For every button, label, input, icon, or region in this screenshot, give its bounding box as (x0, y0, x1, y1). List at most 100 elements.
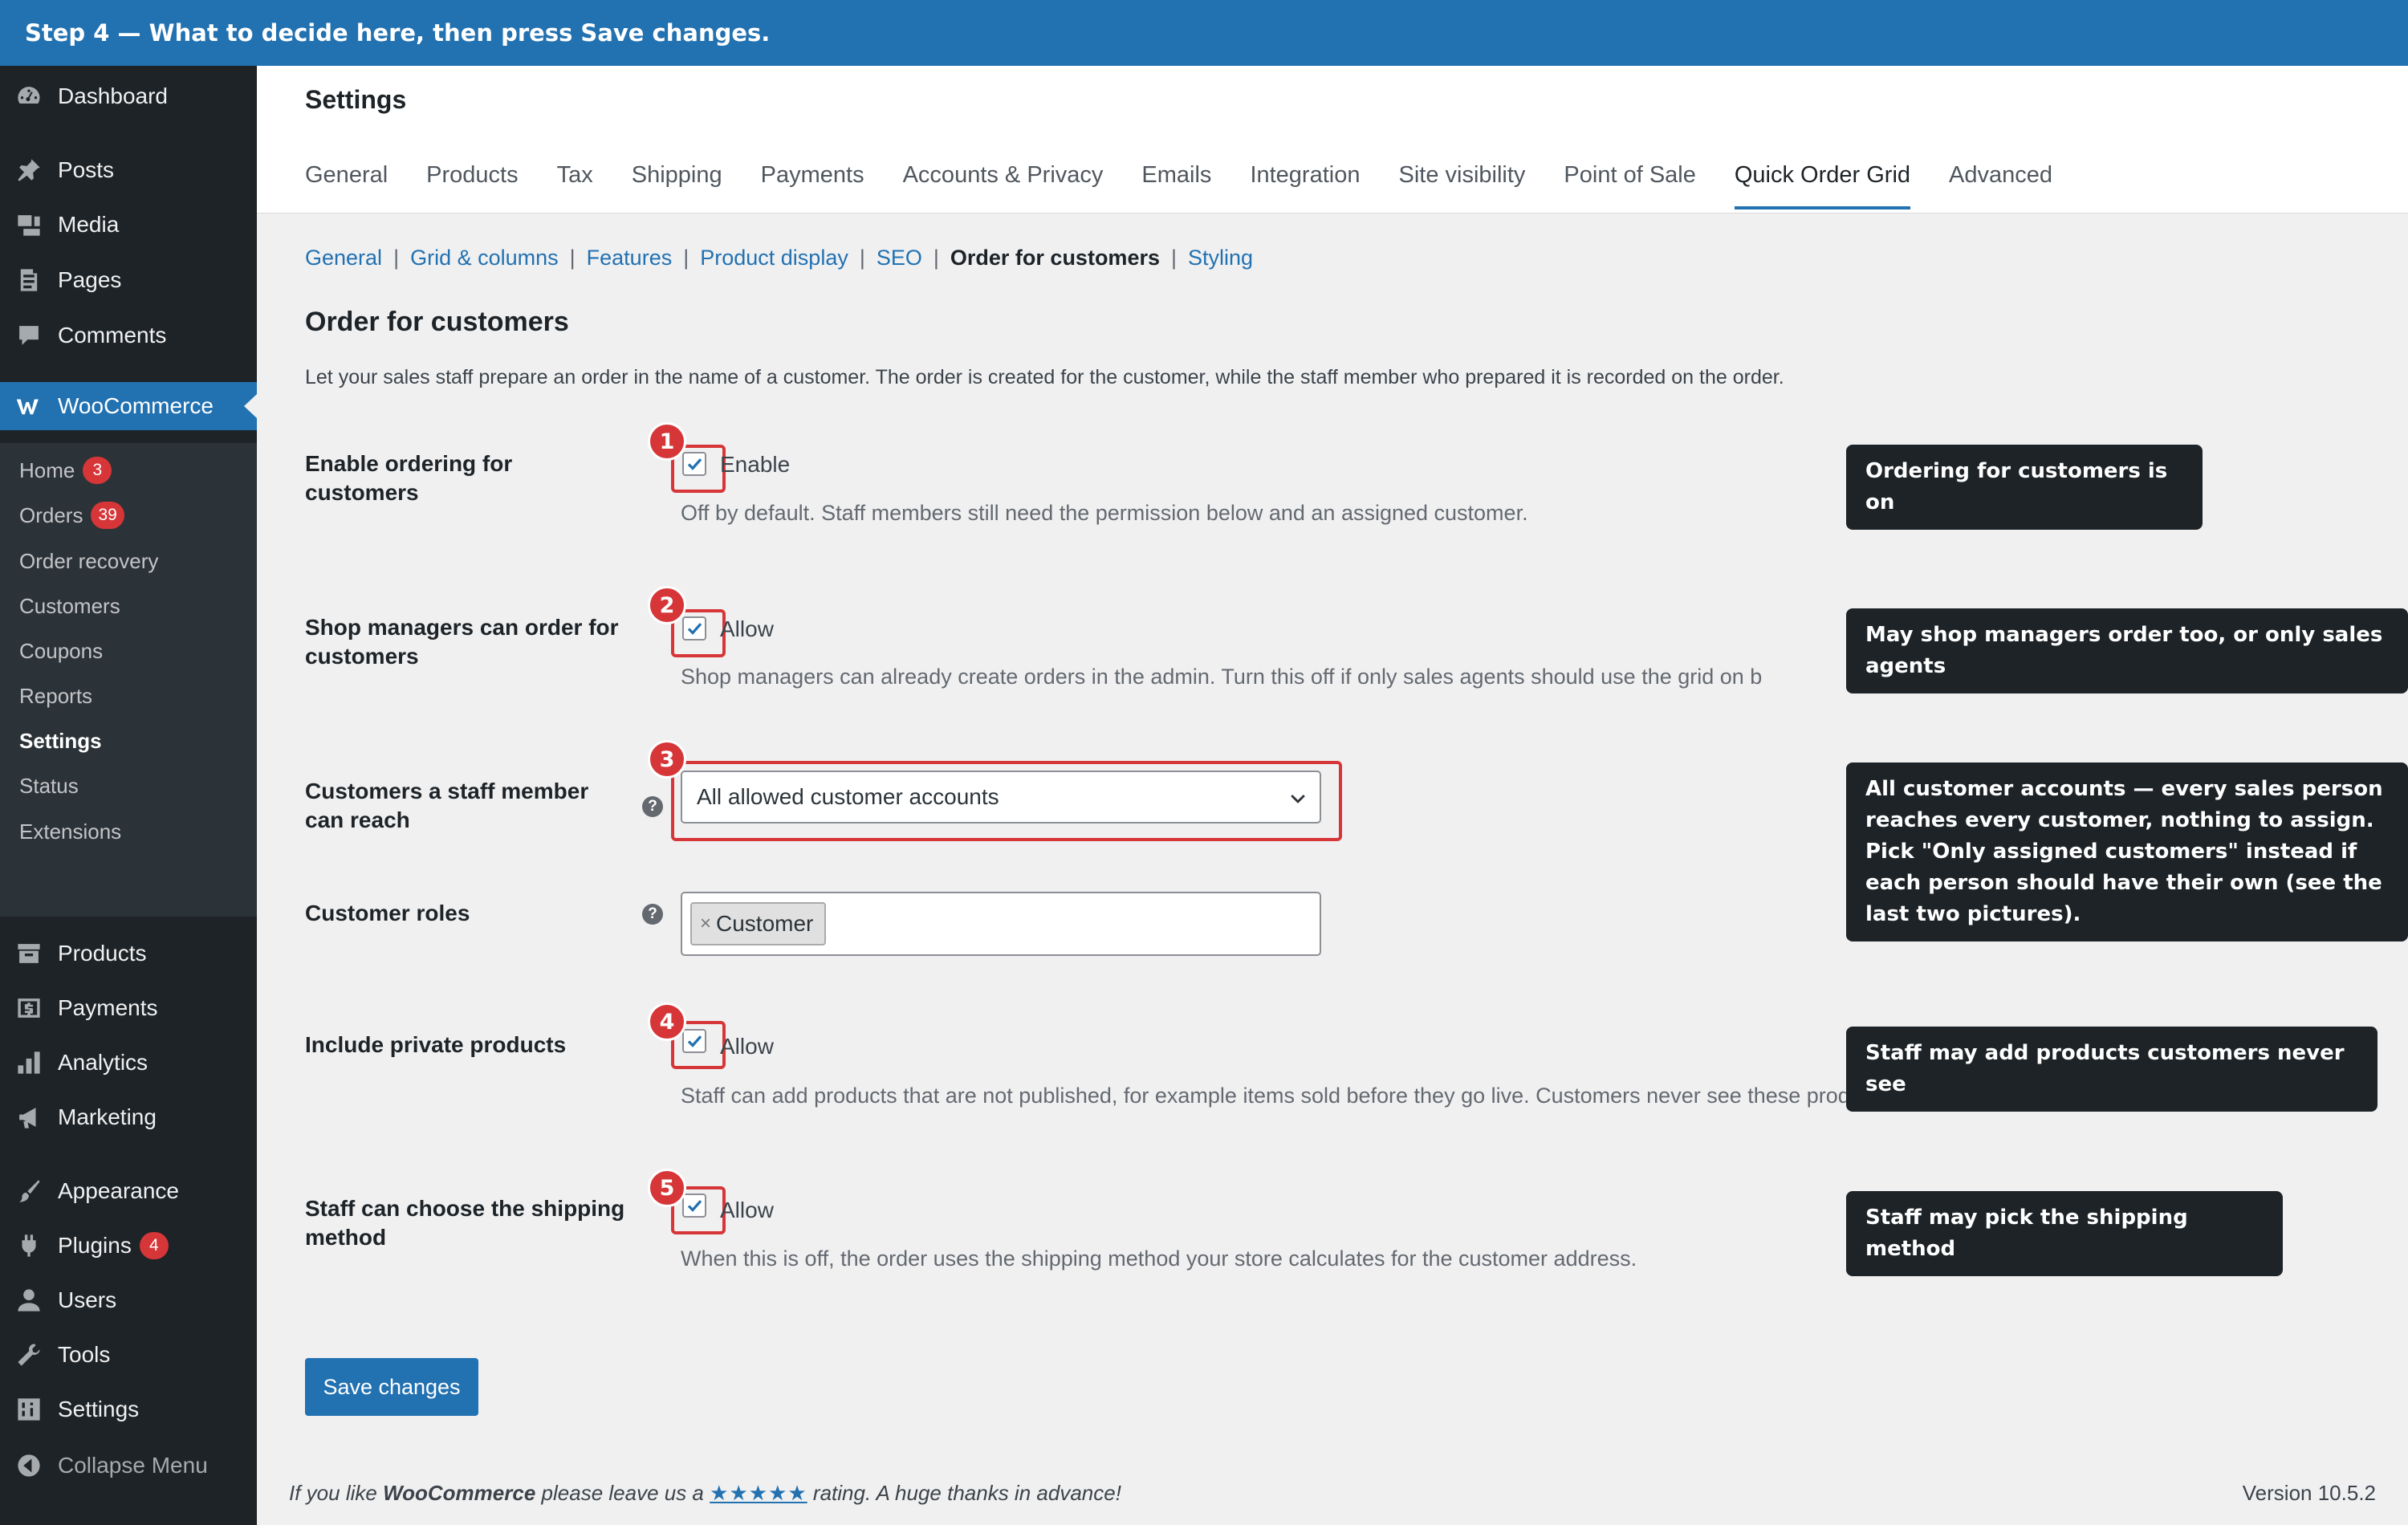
user-icon (14, 1286, 43, 1315)
sidebar-item-label: Media (58, 212, 120, 237)
sidebar-item-woocommerce[interactable]: WooCommerce (0, 382, 257, 430)
comment-icon (14, 321, 43, 350)
tab-products[interactable]: Products (426, 162, 518, 209)
footer-prefix: If you like (289, 1481, 377, 1505)
submenu-label: Order recovery (19, 548, 159, 573)
step-marker-1: 1 (648, 422, 686, 461)
sidebar-item-appearance[interactable]: Appearance (0, 1167, 257, 1215)
tab-advanced[interactable]: Advanced (1949, 162, 2052, 209)
customer-roles-label: Customer roles (305, 901, 470, 925)
submenu-label: Orders (19, 502, 83, 527)
role-chip: × Customer (690, 902, 827, 946)
subnav-grid-columns[interactable]: Grid & columns (410, 246, 559, 270)
admin-sidebar: Dashboard Posts Media Pages Comments Woo… (0, 66, 257, 1525)
tab-tax[interactable]: Tax (557, 162, 593, 209)
enable-ordering-checkbox[interactable] (682, 452, 706, 476)
callout-4: Staff may add products customers never s… (1846, 1027, 2377, 1112)
sidebar-item-label: Tools (58, 1342, 111, 1367)
subnav-general[interactable]: General (305, 246, 382, 270)
sidebar-item-pages[interactable]: Pages (0, 256, 257, 304)
page-title: Settings (305, 85, 407, 114)
tab-general[interactable]: General (305, 162, 388, 209)
tab-emails[interactable]: Emails (1141, 162, 1211, 209)
submenu-item-home[interactable]: Home 3 (19, 454, 112, 486)
customer-roles-field[interactable]: × Customer (681, 892, 1321, 956)
sidebar-item-tools[interactable]: Tools (0, 1331, 257, 1379)
help-icon[interactable]: ? (642, 904, 663, 925)
footer-rating-text: If you like WooCommerce please leave us … (289, 1481, 1121, 1506)
plugins-count-badge: 4 (139, 1232, 169, 1259)
tab-site-visibility[interactable]: Site visibility (1398, 162, 1525, 209)
checkmark-icon (687, 623, 702, 635)
submenu-label: Reports (19, 683, 93, 708)
sidebar-item-products[interactable]: Products (0, 929, 257, 978)
dashboard-icon (14, 82, 43, 111)
shipping-method-checkbox[interactable] (682, 1194, 706, 1218)
shipping-method-checkbox-label: Allow (720, 1198, 774, 1222)
tab-payments[interactable]: Payments (761, 162, 864, 209)
tab-shipping[interactable]: Shipping (632, 162, 722, 209)
tab-point-of-sale[interactable]: Point of Sale (1564, 162, 1695, 209)
help-icon[interactable]: ? (642, 796, 663, 817)
collapse-menu-button[interactable]: Collapse Menu (0, 1442, 257, 1490)
submenu-item-extensions[interactable]: Extensions (19, 815, 121, 848)
callout-2: May shop managers order too, or only sal… (1846, 608, 2408, 693)
sidebar-item-label: Products (58, 941, 147, 966)
subnav-features[interactable]: Features (587, 246, 673, 270)
subnav-styling[interactable]: Styling (1188, 246, 1253, 270)
remove-chip-icon[interactable]: × (700, 913, 711, 935)
footer-brand: WooCommerce (383, 1481, 536, 1505)
subnav-product-display[interactable]: Product display (700, 246, 848, 270)
shipping-method-description: When this is off, the order uses the shi… (681, 1246, 1637, 1271)
sidebar-item-dashboard[interactable]: Dashboard (0, 72, 257, 120)
private-products-label: Include private products (305, 1032, 567, 1057)
shop-managers-checkbox[interactable] (682, 616, 706, 640)
submenu-item-customers[interactable]: Customers (19, 590, 120, 622)
rating-stars-link[interactable]: ★★★★★ (710, 1481, 807, 1505)
shop-managers-checkbox-label: Allow (720, 616, 774, 641)
callout-1: Ordering for customers is on (1846, 445, 2203, 530)
sidebar-item-label: Dashboard (58, 83, 168, 108)
sidebar-item-users[interactable]: Users (0, 1276, 257, 1324)
sidebar-item-media[interactable]: Media (0, 201, 257, 249)
submenu-item-orders[interactable]: Orders 39 (19, 499, 124, 531)
shop-managers-description: Shop managers can already create orders … (681, 665, 1763, 689)
sidebar-item-plugins[interactable]: Plugins 4 (0, 1222, 257, 1270)
save-changes-button[interactable]: Save changes (305, 1358, 478, 1416)
tab-quick-order-grid[interactable]: Quick Order Grid (1734, 162, 1911, 209)
customers-reach-label: Customers a staff member can reach (305, 779, 589, 832)
customers-reach-select[interactable]: All allowed customer accounts (681, 771, 1321, 824)
version-text: Version 10.5.2 (2242, 1481, 2376, 1505)
private-products-checkbox[interactable] (682, 1029, 706, 1053)
step-marker-2: 2 (648, 586, 686, 624)
payments-icon (14, 994, 43, 1023)
sidebar-item-payments[interactable]: Payments (0, 984, 257, 1032)
checkmark-icon (687, 458, 702, 470)
step-marker-3: 3 (648, 740, 686, 779)
subnav-seo[interactable]: SEO (877, 246, 922, 270)
woocommerce-submenu: Home 3 Orders 39 Order recovery Customer… (0, 443, 257, 917)
sidebar-item-posts[interactable]: Posts (0, 146, 257, 194)
megaphone-icon (14, 1103, 43, 1132)
enable-ordering-checkbox-label: Enable (720, 452, 791, 477)
pin-icon (14, 156, 43, 185)
sidebar-item-marketing[interactable]: Marketing (0, 1093, 257, 1141)
sidebar-item-comments[interactable]: Comments (0, 311, 257, 360)
tab-integration[interactable]: Integration (1250, 162, 1360, 209)
sidebar-item-label: Analytics (58, 1050, 148, 1075)
sidebar-item-label: Comments (58, 323, 167, 348)
submenu-item-settings[interactable]: Settings (19, 725, 102, 757)
submenu-item-coupons[interactable]: Coupons (19, 635, 103, 667)
submenu-item-reports[interactable]: Reports (19, 680, 92, 712)
submenu-item-order-recovery[interactable]: Order recovery (19, 545, 158, 577)
submenu-item-status[interactable]: Status (19, 770, 79, 802)
sidebar-item-label: Pages (58, 267, 122, 292)
settings-tabs: General Products Tax Shipping Payments A… (305, 162, 2091, 209)
sidebar-item-label: Users (58, 1287, 117, 1312)
sidebar-item-settings[interactable]: Settings (0, 1385, 257, 1434)
submenu-label: Extensions (19, 819, 122, 844)
sidebar-item-label: Payments (58, 995, 158, 1020)
sidebar-item-analytics[interactable]: Analytics (0, 1039, 257, 1087)
tab-accounts-privacy[interactable]: Accounts & Privacy (903, 162, 1104, 209)
shop-managers-label: Shop managers can order for customers (305, 615, 619, 669)
